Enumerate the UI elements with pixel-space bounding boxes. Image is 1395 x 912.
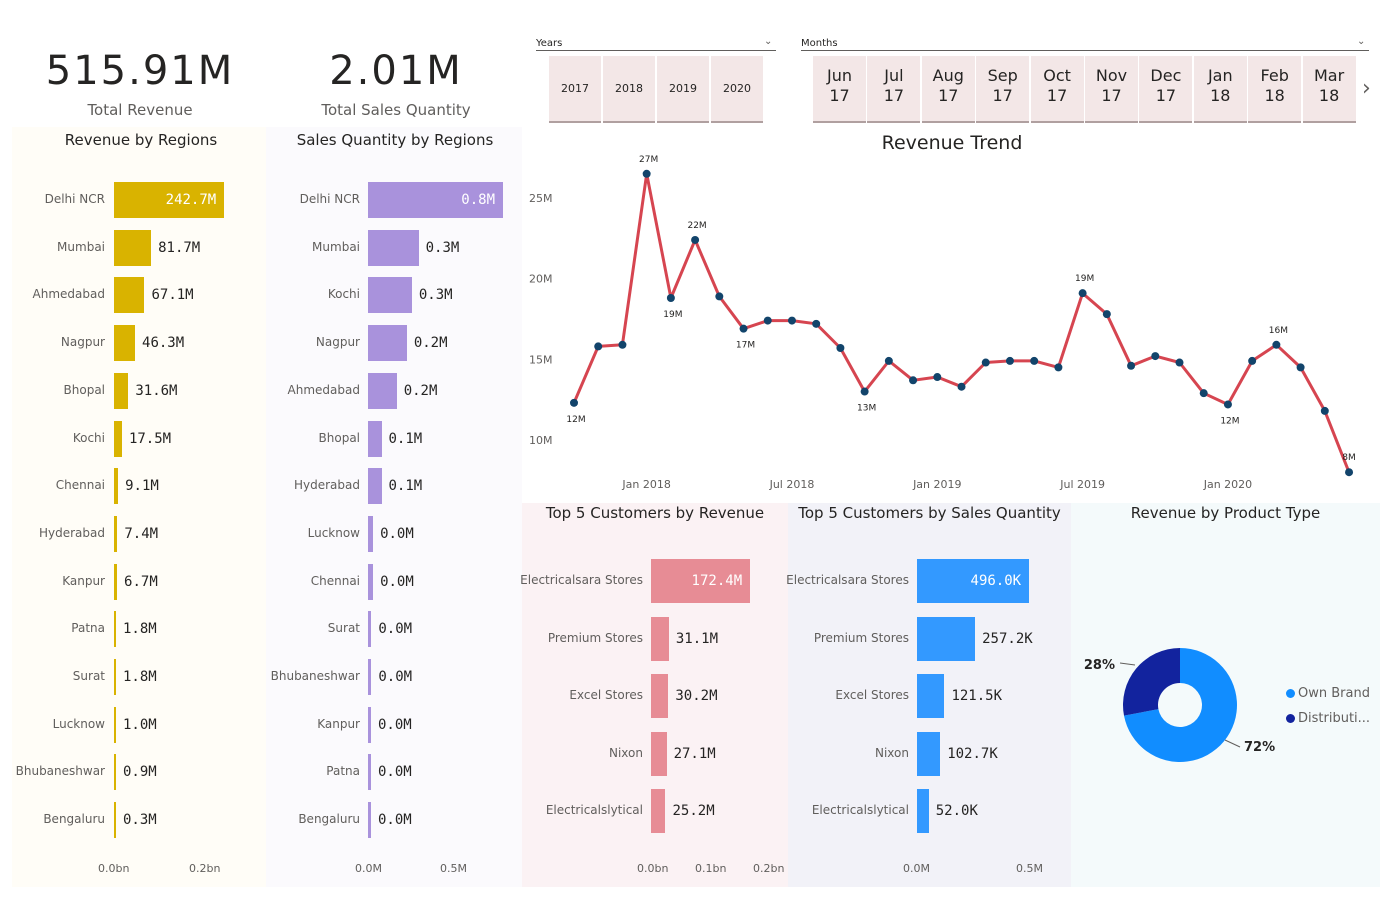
legend-label: Own Brand — [1298, 686, 1370, 701]
trend-data-point[interactable] — [594, 342, 603, 351]
trend-data-point[interactable] — [909, 376, 918, 385]
y-axis-tick-label: 15M — [529, 353, 553, 366]
trend-data-point[interactable] — [981, 358, 990, 367]
revenue-trend-line — [572, 172, 1351, 473]
trend-data-point[interactable] — [1296, 363, 1305, 372]
trend-point-label: 22M — [687, 221, 706, 231]
x-axis-tick-label: Jan 2019 — [912, 478, 961, 491]
trend-data-point[interactable] — [1175, 358, 1184, 367]
trend-data-point[interactable] — [1005, 356, 1014, 365]
legend-label: Distributi... — [1298, 711, 1371, 726]
trend-data-point[interactable] — [763, 316, 772, 325]
trend-data-point[interactable] — [642, 169, 651, 178]
trend-data-point[interactable] — [1030, 356, 1039, 365]
trend-data-point[interactable] — [666, 294, 675, 303]
trend-data-point[interactable] — [836, 344, 845, 353]
trend-data-point[interactable] — [1151, 352, 1160, 361]
trend-data-point[interactable] — [1320, 406, 1329, 415]
legend-item-own-brand[interactable]: Own Brand — [1286, 686, 1370, 701]
trend-point-label: 12M — [1220, 416, 1239, 426]
trend-point-label: 16M — [1269, 326, 1288, 336]
trend-data-point[interactable] — [957, 382, 966, 391]
trend-data-point[interactable] — [570, 398, 578, 407]
trend-data-point[interactable] — [884, 356, 893, 365]
trend-data-point[interactable] — [1127, 361, 1136, 370]
trend-data-point[interactable] — [739, 324, 748, 333]
trend-data-point[interactable] — [1199, 389, 1208, 398]
legend-item-distribution[interactable]: Distributi... — [1286, 711, 1370, 726]
trend-data-point[interactable] — [1078, 289, 1087, 298]
trend-data-point[interactable] — [1102, 310, 1111, 319]
trend-data-point[interactable] — [691, 235, 700, 244]
trend-point-label: 17M — [736, 341, 755, 351]
trend-data-point[interactable] — [933, 373, 942, 382]
trend-point-label: 8M — [1342, 453, 1356, 463]
x-axis-tick-label: Jan 2018 — [621, 478, 670, 491]
x-axis-tick-label: Jul 2019 — [1059, 478, 1105, 491]
legend-dot-icon — [1286, 714, 1295, 723]
x-axis-tick-label: Jul 2018 — [769, 478, 815, 491]
trend-point-label: 19M — [663, 310, 682, 320]
trend-data-point[interactable] — [618, 340, 627, 349]
revenue-trend-chart: 10M 15M 20M 25M Jan 2018 Jul 2018 Jan 2019 Jul … — [529, 155, 1356, 491]
trend-point-label: 27M — [639, 155, 658, 165]
y-axis-tick-label: 20M — [529, 273, 553, 286]
trend-data-point[interactable] — [715, 292, 724, 301]
trend-data-point[interactable] — [1223, 400, 1232, 409]
trend-data-point[interactable] — [1272, 340, 1281, 349]
trend-data-point[interactable] — [860, 387, 869, 396]
trend-point-label: 13M — [857, 404, 876, 414]
trend-point-label: 12M — [566, 415, 585, 425]
y-axis-tick-label: 10M — [529, 434, 553, 447]
trend-data-point[interactable] — [812, 319, 821, 328]
x-axis-tick-label: Jan 2020 — [1203, 478, 1252, 491]
trend-data-point[interactable] — [1345, 468, 1354, 477]
trend-point-label: 19M — [1075, 274, 1094, 284]
trend-data-point[interactable] — [1054, 363, 1063, 372]
legend-dot-icon — [1286, 689, 1295, 698]
y-axis-tick-label: 25M — [529, 192, 553, 205]
trend-data-point[interactable] — [1248, 356, 1257, 365]
trend-data-point[interactable] — [787, 316, 796, 325]
